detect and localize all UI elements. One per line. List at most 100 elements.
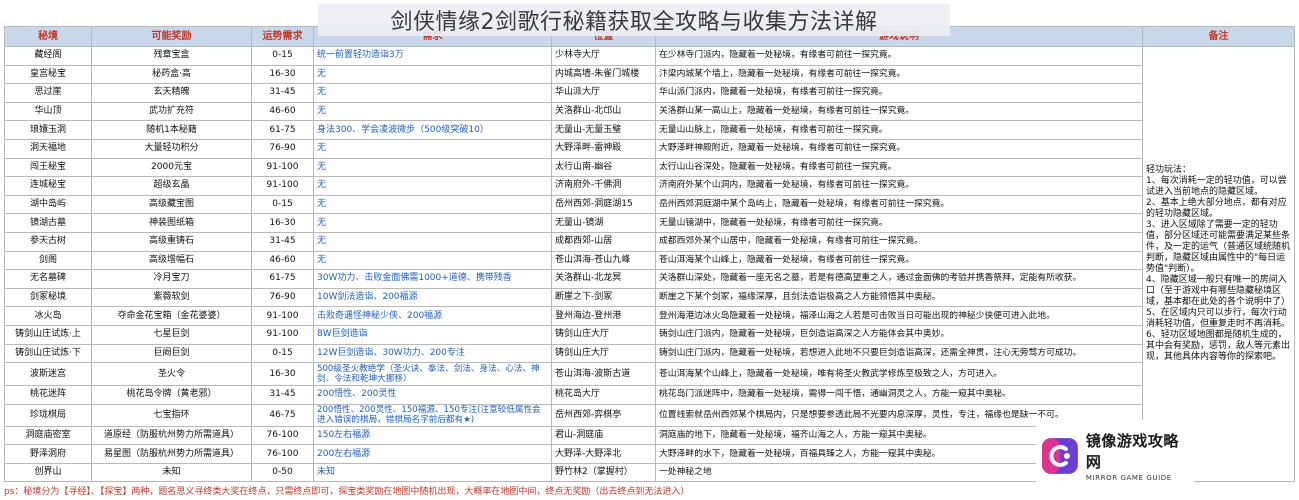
reward-cell: 道原经（防服杭州势力所需道具） — [91, 425, 252, 446]
fortune-requirement-cell: 61-75 — [251, 269, 314, 289]
realm-cell: 铸剑山庄试炼·下 — [4, 343, 92, 364]
location-cell: 关洛群山-北龙冥 — [551, 269, 656, 289]
location-cell: 登州海边-登州港 — [551, 306, 656, 326]
table-row: 华山顶 武功扩充符 46-60 无关洛群山-北邙山 关洛群山某一高山上，隐藏着一处秘境，… — [4, 101, 1295, 122]
secret-realm-table: 秘境 可能奖励 运势需求 需求 位置 游戏说明 备注 藏经阁 残章宝盒 0-15 统一… — [4, 26, 1295, 483]
fortune-requirement-cell: 76-100 — [251, 444, 314, 464]
fortune-requirement-cell: 16-30 — [251, 64, 314, 85]
condition-cell: 8W巨剑造诣 — [313, 324, 552, 345]
condition-cell: 无 — [313, 138, 552, 159]
realm-cell: 波斯迷宫 — [4, 362, 92, 387]
table-row: 无名墓碑 冷月宝刀 61-75 30W功力、击败金面佛需1000+道德、携带残香 关洛群… — [4, 269, 1295, 289]
description-cell: 苍山洱海某个山峰上，隐藏着一处秘境，有缘者可前往一探究竟。 — [655, 250, 1143, 271]
condition-cell: 12W巨剑造诣、30W功力、200专注 — [313, 343, 552, 364]
watermark-name: 镜像游戏攻略网 — [1085, 432, 1179, 471]
description-cell: 关洛群山某一高山上，隐藏着一处秘境，有缘者可前往一探究竟。 — [655, 101, 1143, 122]
description-cell: 无量山山脉上，隐藏着一处秘境，有缘者可前往一探究竟。 — [655, 120, 1143, 140]
realm-cell: 参天古树 — [4, 231, 92, 252]
location-cell: 桃花岛大厅 — [551, 385, 656, 405]
description-cell: 关洛群山深处，隐藏着一座无名之墓，若是有德高望重之人，通过金面佛的考验并携香祭拜… — [655, 269, 1143, 289]
header-note: 备注 — [1142, 26, 1295, 47]
location-cell: 济南府外-千佛洞 — [551, 176, 656, 196]
realm-cell: 镜湖古墓 — [4, 213, 92, 233]
table-row: 铸剑山庄试炼·上 七星巨剑 91-100 8W巨剑造诣 铸剑山庄大厅 铸剑山庄门派内，隐藏… — [4, 324, 1295, 345]
realm-cell: 铸剑山庄试炼·上 — [4, 324, 92, 345]
fortune-requirement-cell: 46-60 — [251, 250, 314, 271]
description-cell: 苍山洱海某个山峰上，隐藏着一处秘境，唯有将圣火教武学修炼至极致之人，方可进入。 — [655, 362, 1143, 387]
table-row: 桃花迷阵 桃花岛令牌（黄老邪） 31-45 200悟性、200灵性 桃花岛大厅 桃花岛门派… — [4, 385, 1295, 405]
realm-cell: 桃花迷阵 — [4, 385, 92, 405]
condition-cell: 统一前置轻功造诣3万 — [313, 46, 552, 66]
guide-sheet: 秘境 可能奖励 运势需求 需求 位置 游戏说明 备注 藏经阁 残章宝盒 0-15 统一… — [0, 0, 1299, 500]
location-cell: 无量山-无量玉璧 — [551, 120, 656, 140]
realm-cell: 剑冢秘境 — [4, 287, 92, 308]
location-cell: 苍山洱海-苍山九峰 — [551, 250, 656, 271]
reward-cell: 桃花岛令牌（黄老邪） — [91, 385, 252, 405]
description-cell: 无量山镜湖中，隐藏着一处秘境，有缘者可前往一探究竟。 — [655, 213, 1143, 233]
fortune-requirement-cell: 0-15 — [251, 46, 314, 66]
location-cell: 岳州西郊-弈棋亭 — [551, 403, 656, 427]
description-cell: 大野泽畔神殿附近，隐藏着一处秘境，有缘者可前往一探究竟。 — [655, 138, 1143, 159]
fortune-requirement-cell: 76-100 — [251, 425, 314, 446]
reward-cell: 冷月宝刀 — [91, 269, 252, 289]
realm-cell: 华山顶 — [4, 101, 92, 122]
reward-cell: 圣火令 — [91, 362, 252, 387]
realm-cell: 剑阁 — [4, 250, 92, 271]
description-cell: 岳州西郊洞庭湖中某个岛屿上，隐藏着一处秘境，有缘者可前往一探究竟。 — [655, 194, 1143, 215]
fortune-requirement-cell: 76-90 — [251, 287, 314, 308]
watermark-tagline: MIRROR GAME GUIDE — [1085, 474, 1172, 482]
location-cell: 无量山-镜湖 — [551, 213, 656, 233]
realm-cell: 创界山 — [4, 462, 92, 483]
realm-cell: 洞天福地 — [4, 138, 92, 159]
condition-cell: 无 — [313, 157, 552, 178]
description-cell: 断崖之下某个剑冢，福缘深厚，且剑法造诣极高之人方能领悟其中奥秘。 — [655, 287, 1143, 308]
table-row: 铸剑山庄试炼·下 巨阙巨剑 0-15 12W巨剑造诣、30W功力、200专注 铸剑山庄大… — [4, 343, 1295, 364]
condition-cell: 无 — [313, 176, 552, 196]
fortune-requirement-cell: 31-45 — [251, 83, 314, 103]
location-cell: 野竹林2（掌握村） — [551, 462, 656, 483]
reward-cell: 神装图纸箱 — [91, 213, 252, 233]
table-row: 波斯迷宫 圣火令 16-30 500级圣火教绝学（圣火诀、拳法、剑法、身法、心法、神剑… — [4, 362, 1295, 387]
location-cell: 大野泽畔-雷神殿 — [551, 138, 656, 159]
realm-cell: 连城秘宝 — [4, 176, 92, 196]
table-row: 镜湖古墓 神装图纸箱 16-30 无无量山-镜湖 无量山镜湖中，隐藏着一处秘境，有缘者可… — [4, 213, 1295, 233]
realm-cell: 皇宫秘宝 — [4, 64, 92, 85]
condition-cell: 击败奇遇怪神秘少侠、200福源 — [313, 306, 552, 326]
reward-cell: 紫薇软剑 — [91, 287, 252, 308]
reward-cell: 随机1本秘籍 — [91, 120, 252, 140]
location-cell: 少林寺大厅 — [551, 46, 656, 66]
reward-cell: 巨阙巨剑 — [91, 343, 252, 364]
realm-cell: 野泽洞府 — [4, 444, 92, 464]
table-row: 剑阁 高级增幅石 46-60 无苍山洱海-苍山九峰 苍山洱海某个山峰上，隐藏着一处秘境，… — [4, 250, 1295, 271]
condition-cell: 身法300、学会凌波微步（500级突破10） — [313, 120, 552, 140]
realm-cell: 无名墓碑 — [4, 269, 92, 289]
table-row: 连城秘宝 超级玄晶 91-100 无济南府外-千佛洞 济南府外某个山洞内，隐藏着一处秘境… — [4, 176, 1295, 196]
reward-cell: 残章宝盒 — [91, 46, 252, 66]
reward-cell: 七星巨剑 — [91, 324, 252, 345]
condition-cell: 10W剑法造诣、200福源 — [313, 287, 552, 308]
condition-cell: 无 — [313, 213, 552, 233]
fortune-requirement-cell: 91-100 — [251, 176, 314, 196]
table-row: 琅嬛玉洞 随机1本秘籍 61-75 身法300、学会凌波微步（500级突破10） 无量山… — [4, 120, 1295, 140]
table-row: 参天古树 高级重铸石 31-45 无成都西郊-山居 成都西郊外某个山居中，隐藏着一处秘境… — [4, 231, 1295, 252]
reward-cell: 高级重铸石 — [91, 231, 252, 252]
reward-cell: 2000元宝 — [91, 157, 252, 178]
reward-cell: 夺命金花宝箱（金花婆婆） — [91, 306, 252, 326]
realm-cell: 闯王秘宝 — [4, 157, 92, 178]
realm-cell: 洞庭庙密室 — [4, 425, 92, 446]
fortune-requirement-cell: 31-45 — [251, 385, 314, 405]
location-cell: 关洛群山-北邙山 — [551, 101, 656, 122]
condition-cell: 未知 — [313, 462, 552, 483]
table-row: 湖中岛屿 高级藏宝图 0-15 无岳州西郊-洞庭湖15 岳州西郊洞庭湖中某个岛屿上，隐藏… — [4, 194, 1295, 215]
table-row: 藏经阁 残章宝盒 0-15 统一前置轻功造诣3万 少林寺大厅 在少林寺门派内，隐藏着一处秘… — [4, 45, 1295, 483]
reward-cell: 易星图（防服杭州势力所需道具） — [91, 444, 252, 464]
condition-cell: 无 — [313, 250, 552, 271]
location-cell: 断崖之下-剑冢 — [551, 287, 656, 308]
description-cell: 华山派门派内，隐藏着一处秘境，有缘者可前往一探究竟。 — [655, 83, 1143, 103]
condition-cell: 无 — [313, 83, 552, 103]
reward-cell: 高级藏宝图 — [91, 194, 252, 215]
page-title: 剑侠情缘2剑歌行秘籍获取全攻略与收集方法详解 — [318, 4, 950, 36]
location-cell: 华山派大厅 — [551, 83, 656, 103]
table-row: 皇宫秘宝 秘药盒·高 16-30 无内城高墙-朱雀门城楼 汴梁内城某个墙上，隐藏着一处秘… — [4, 64, 1295, 85]
fortune-requirement-cell: 31-45 — [251, 231, 314, 252]
